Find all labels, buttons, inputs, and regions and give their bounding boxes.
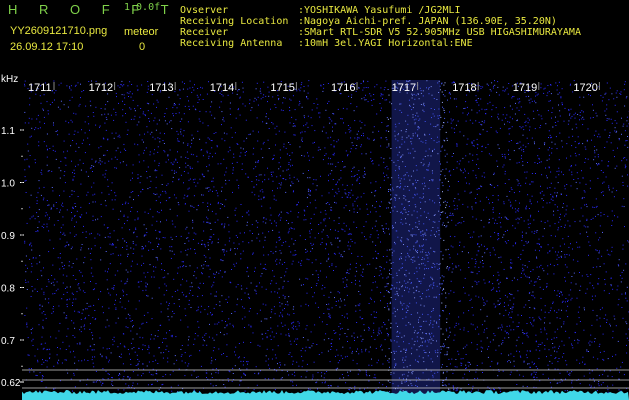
info-value: :YOSHIKAWA Yasufumi /JG2MLI: [298, 5, 461, 16]
y-axis-unit: kHz: [1, 74, 19, 85]
x-tick-label: 1717: [392, 82, 416, 94]
x-tick-label: 1711: [28, 82, 52, 94]
x-tick-label: 1713: [149, 82, 173, 94]
meteor-label: meteor: [124, 26, 159, 38]
info-label: Receiving Location: [180, 16, 289, 27]
bright-band: [391, 80, 441, 394]
info-label: Ovserver: [180, 5, 229, 16]
y-tick-label: 0.62: [1, 378, 21, 389]
meteor-count: 0: [139, 41, 146, 53]
info-label: Receiver: [180, 27, 229, 38]
x-tick-label: 1714: [210, 82, 234, 94]
version-label: 1.0.0f: [124, 2, 161, 13]
info-label: Receiving Antenna: [180, 38, 283, 49]
x-tick-label: 1718: [452, 82, 476, 94]
x-tick-label: 1720: [573, 82, 597, 94]
waterfall-spectrogram: 1711 1712 1713 1714 1715 1716 1717 1718 1719 1720…: [1, 80, 629, 400]
x-tick-label: 1716: [331, 82, 355, 94]
x-tick-label: 1719: [513, 82, 537, 94]
x-tick-label: 1712: [89, 82, 113, 94]
filename-label: YY2609121710.png: [10, 25, 108, 37]
y-tick-label: 1.1: [1, 126, 15, 137]
info-row: Receiver :SMart RTL-SDR V5 52.905MHz USB …: [180, 27, 581, 38]
plot-background: [22, 80, 629, 400]
info-row: Ovserver :YOSHIKAWA Yasufumi /JG2MLI: [180, 5, 581, 16]
info-row: Receiving Antenna :10mH 3el.YAGI Horizont…: [180, 38, 581, 49]
info-value: :SMart RTL-SDR V5 52.905MHz USB HIGASHIM…: [298, 27, 581, 38]
datetime-label: 26.09.12 17:10: [10, 41, 84, 53]
info-value: :10mH 3el.YAGI Horizontal:ENE: [298, 38, 473, 49]
y-tick-label: 0.7: [1, 336, 15, 347]
x-tick-label: 1715: [270, 82, 294, 94]
y-tick-label: 0.8: [1, 284, 15, 295]
info-value: :Nagoya Aichi-pref. JAPAN (136.90E, 35.2…: [298, 16, 557, 27]
y-tick-label: 1.0: [1, 179, 15, 190]
y-tick-label: 0.9: [1, 231, 15, 242]
info-panel: Ovserver :YOSHIKAWA Yasufumi /JG2MLI Rece…: [180, 5, 581, 49]
info-row: Receiving Location :Nagoya Aichi-pref. JA…: [180, 16, 581, 27]
